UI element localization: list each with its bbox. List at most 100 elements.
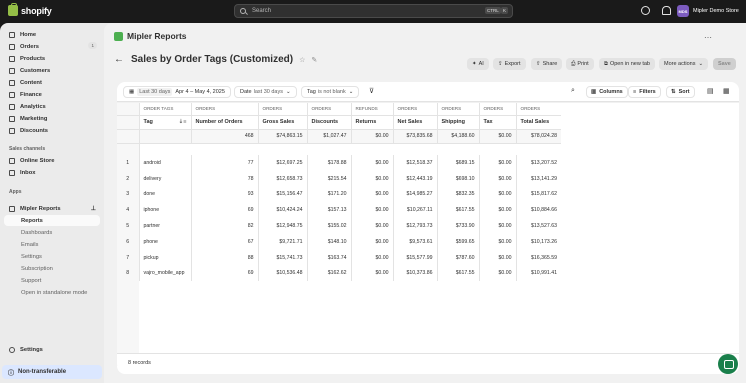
pin-icon[interactable]: ⊥	[91, 205, 96, 212]
share-icon: ⇧	[536, 61, 541, 67]
chevron-down-icon: ⌄	[698, 61, 704, 67]
totals-cell: $0.00	[478, 129, 516, 143]
search-table-icon[interactable]: ⌕	[571, 87, 575, 95]
sidebar-item-dashboards[interactable]: Dashboards	[4, 227, 100, 238]
column-header-net-sales[interactable]: Net Sales	[392, 115, 437, 129]
cell-tag: partner	[138, 218, 191, 234]
sidebar-item-home[interactable]: Home	[4, 29, 100, 40]
search-placeholder: Search	[252, 8, 272, 14]
shortcut-ctrl: CTRL	[485, 7, 501, 14]
sidebar-item-marketing[interactable]: Marketing	[4, 113, 100, 124]
upload-icon: ⇪	[498, 61, 503, 67]
sidebar-item-orders[interactable]: Orders 1	[4, 41, 100, 52]
cell-gross-sales: $12,697.25	[257, 155, 307, 171]
store-menu-button[interactable]: MDS Mipler Demo Store	[677, 4, 739, 18]
sidebar-item-subscription[interactable]: Subscription	[4, 263, 100, 274]
column-header-total-sales[interactable]: Total Sales	[515, 115, 561, 129]
tag-filter-pill[interactable]: Tag is not blank ⌄	[301, 86, 360, 98]
chart-view-icon[interactable]: ▦	[723, 87, 730, 95]
sidebar-item-products[interactable]: Products	[4, 53, 100, 64]
cell-gross-sales: $12,658.73	[257, 170, 307, 187]
cell-net-sales: $14,985.27	[392, 186, 437, 203]
sidebar-item-label: Orders	[20, 43, 40, 50]
open-new-tab-button[interactable]: ⧉ Open in new tab	[599, 58, 655, 70]
totals-cell: $78,024.28	[515, 129, 561, 143]
table-footer: 8 records	[117, 353, 739, 371]
chevron-down-icon: ⌄	[285, 89, 291, 95]
back-arrow-icon[interactable]: ←	[114, 54, 124, 65]
sidebar-item-analytics[interactable]: Analytics	[4, 101, 100, 112]
table-row[interactable]: 8 vajro_mobile_app 69 $10,536.48 $162.62 $0.0…	[117, 265, 561, 282]
sidebar-item-mipler-reports[interactable]: Mipler Reports ⊥	[4, 203, 100, 214]
table-row[interactable]: 3 done 93 $15,156.47 $171.20 $0.00 $14,985.27 $…	[117, 186, 561, 203]
totals-cell	[117, 129, 139, 143]
chart-icon	[9, 103, 15, 110]
column-header-returns[interactable]: Returns	[350, 115, 393, 129]
sidebar-item-content[interactable]: Content	[4, 77, 100, 88]
search-input[interactable]: Search CTRL K	[234, 4, 513, 18]
sidebar-item-finance[interactable]: Finance	[4, 89, 100, 100]
sidebar-item-support[interactable]: Support	[4, 275, 100, 286]
sort-button[interactable]: ⇅ Sort	[666, 86, 695, 98]
export-label: Export	[504, 61, 521, 67]
chat-icon[interactable]	[718, 354, 738, 374]
clear-filter-icon[interactable]: ⊽	[369, 87, 374, 95]
table-row[interactable]: 7 pickup 88 $15,741.73 $163.74 $0.00 $15,577.9…	[117, 249, 561, 266]
save-button[interactable]: Save	[713, 58, 736, 70]
cell-gross-sales: $10,536.48	[257, 265, 307, 282]
non-transferable-label: Non-transferable	[18, 369, 67, 375]
cell-tag: delivery	[138, 170, 191, 187]
table-row[interactable]: 1 android 77 $12,697.25 $178.88 $0.00 $12,518.…	[117, 155, 561, 171]
column-header-discounts[interactable]: Discounts	[306, 115, 351, 129]
more-dots-icon[interactable]: ⋯	[704, 33, 712, 42]
sidebar-item-inbox[interactable]: Inbox	[4, 167, 100, 178]
date-range-picker[interactable]: ▦ Last 30 days Apr 4 – May 4, 2025	[123, 86, 231, 98]
group-header: ORDER TAGS	[138, 103, 191, 115]
sidebar-item-online-store[interactable]: Online Store	[4, 155, 100, 166]
non-transferable-banner[interactable]: ⓘ Non-transferable	[2, 365, 102, 379]
ai-button[interactable]: ✦ AI	[467, 58, 489, 70]
date-filter-pill[interactable]: Date last 30 days ⌄	[234, 86, 297, 98]
column-header-shipping[interactable]: Shipping	[436, 115, 479, 129]
table-row[interactable]: 6 phone 67 $9,721.71 $148.10 $0.00 $9,573.61 $5…	[117, 233, 561, 250]
column-header-tax[interactable]: Tax	[478, 115, 516, 129]
filters-button[interactable]: ≡ Filters	[628, 86, 661, 98]
sidebar-item-label: Inbox	[20, 169, 36, 176]
more-actions-button[interactable]: More actions ⌄	[659, 58, 709, 70]
shopify-bag-icon	[8, 3, 18, 16]
export-button[interactable]: ⇪ Export	[493, 58, 526, 70]
sidekick-icon[interactable]	[641, 6, 650, 15]
sidebar-item-emails[interactable]: Emails	[4, 239, 100, 250]
page-title-bar: ← Sales by Order Tags (Customized) ☆ ✎	[114, 54, 317, 65]
table-view-icon[interactable]: ▤	[707, 87, 714, 95]
column-header-tag[interactable]: Tag ⇣≡	[138, 115, 191, 129]
cell-net-sales: $15,577.99	[392, 249, 437, 266]
columns-button[interactable]: ▥ Columns	[586, 86, 628, 98]
print-button[interactable]: ⎙ Print	[566, 58, 594, 70]
edit-icon[interactable]: ✎	[311, 56, 317, 64]
sales-channels-heading[interactable]: Sales channels	[9, 146, 45, 152]
share-button[interactable]: ⇧ Share	[531, 58, 563, 70]
table-row[interactable]: 2 delivery 78 $12,658.73 $215.54 $0.00 $12,443…	[117, 170, 561, 187]
sidebar-item-reports[interactable]: Reports	[4, 215, 100, 226]
column-header-gross-sales[interactable]: Gross Sales	[257, 115, 307, 129]
shopify-logo[interactable]: shopify	[8, 3, 52, 16]
sidebar-item-settings-app[interactable]: Settings	[4, 251, 100, 262]
cell-orders: 93	[190, 186, 258, 203]
cell-gross-sales: $15,156.47	[257, 186, 307, 203]
sidebar-item-standalone[interactable]: Open in standalone mode	[4, 287, 100, 298]
table-row[interactable]: 5 partner 82 $12,948.75 $155.02 $0.00 $12,793.…	[117, 218, 561, 234]
apps-heading[interactable]: Apps	[9, 189, 22, 195]
star-icon[interactable]: ☆	[299, 56, 305, 64]
cell-tag: vajro_mobile_app	[138, 265, 191, 282]
column-header-orders[interactable]: Number of Orders	[190, 115, 258, 129]
orders-icon	[9, 43, 15, 50]
sidebar-item-settings[interactable]: Settings	[4, 344, 100, 355]
sidebar-item-discounts[interactable]: Discounts	[4, 125, 100, 136]
sidebar-item-customers[interactable]: Customers	[4, 65, 100, 76]
table-row[interactable]: 4 iphone 69 $10,424.24 $157.13 $0.00 $10,267.1…	[117, 202, 561, 219]
inbox-icon	[9, 169, 15, 176]
bell-icon[interactable]	[662, 6, 671, 15]
sort-desc-icon[interactable]: ⇣≡	[179, 119, 187, 125]
avatar: MDS	[677, 5, 689, 17]
